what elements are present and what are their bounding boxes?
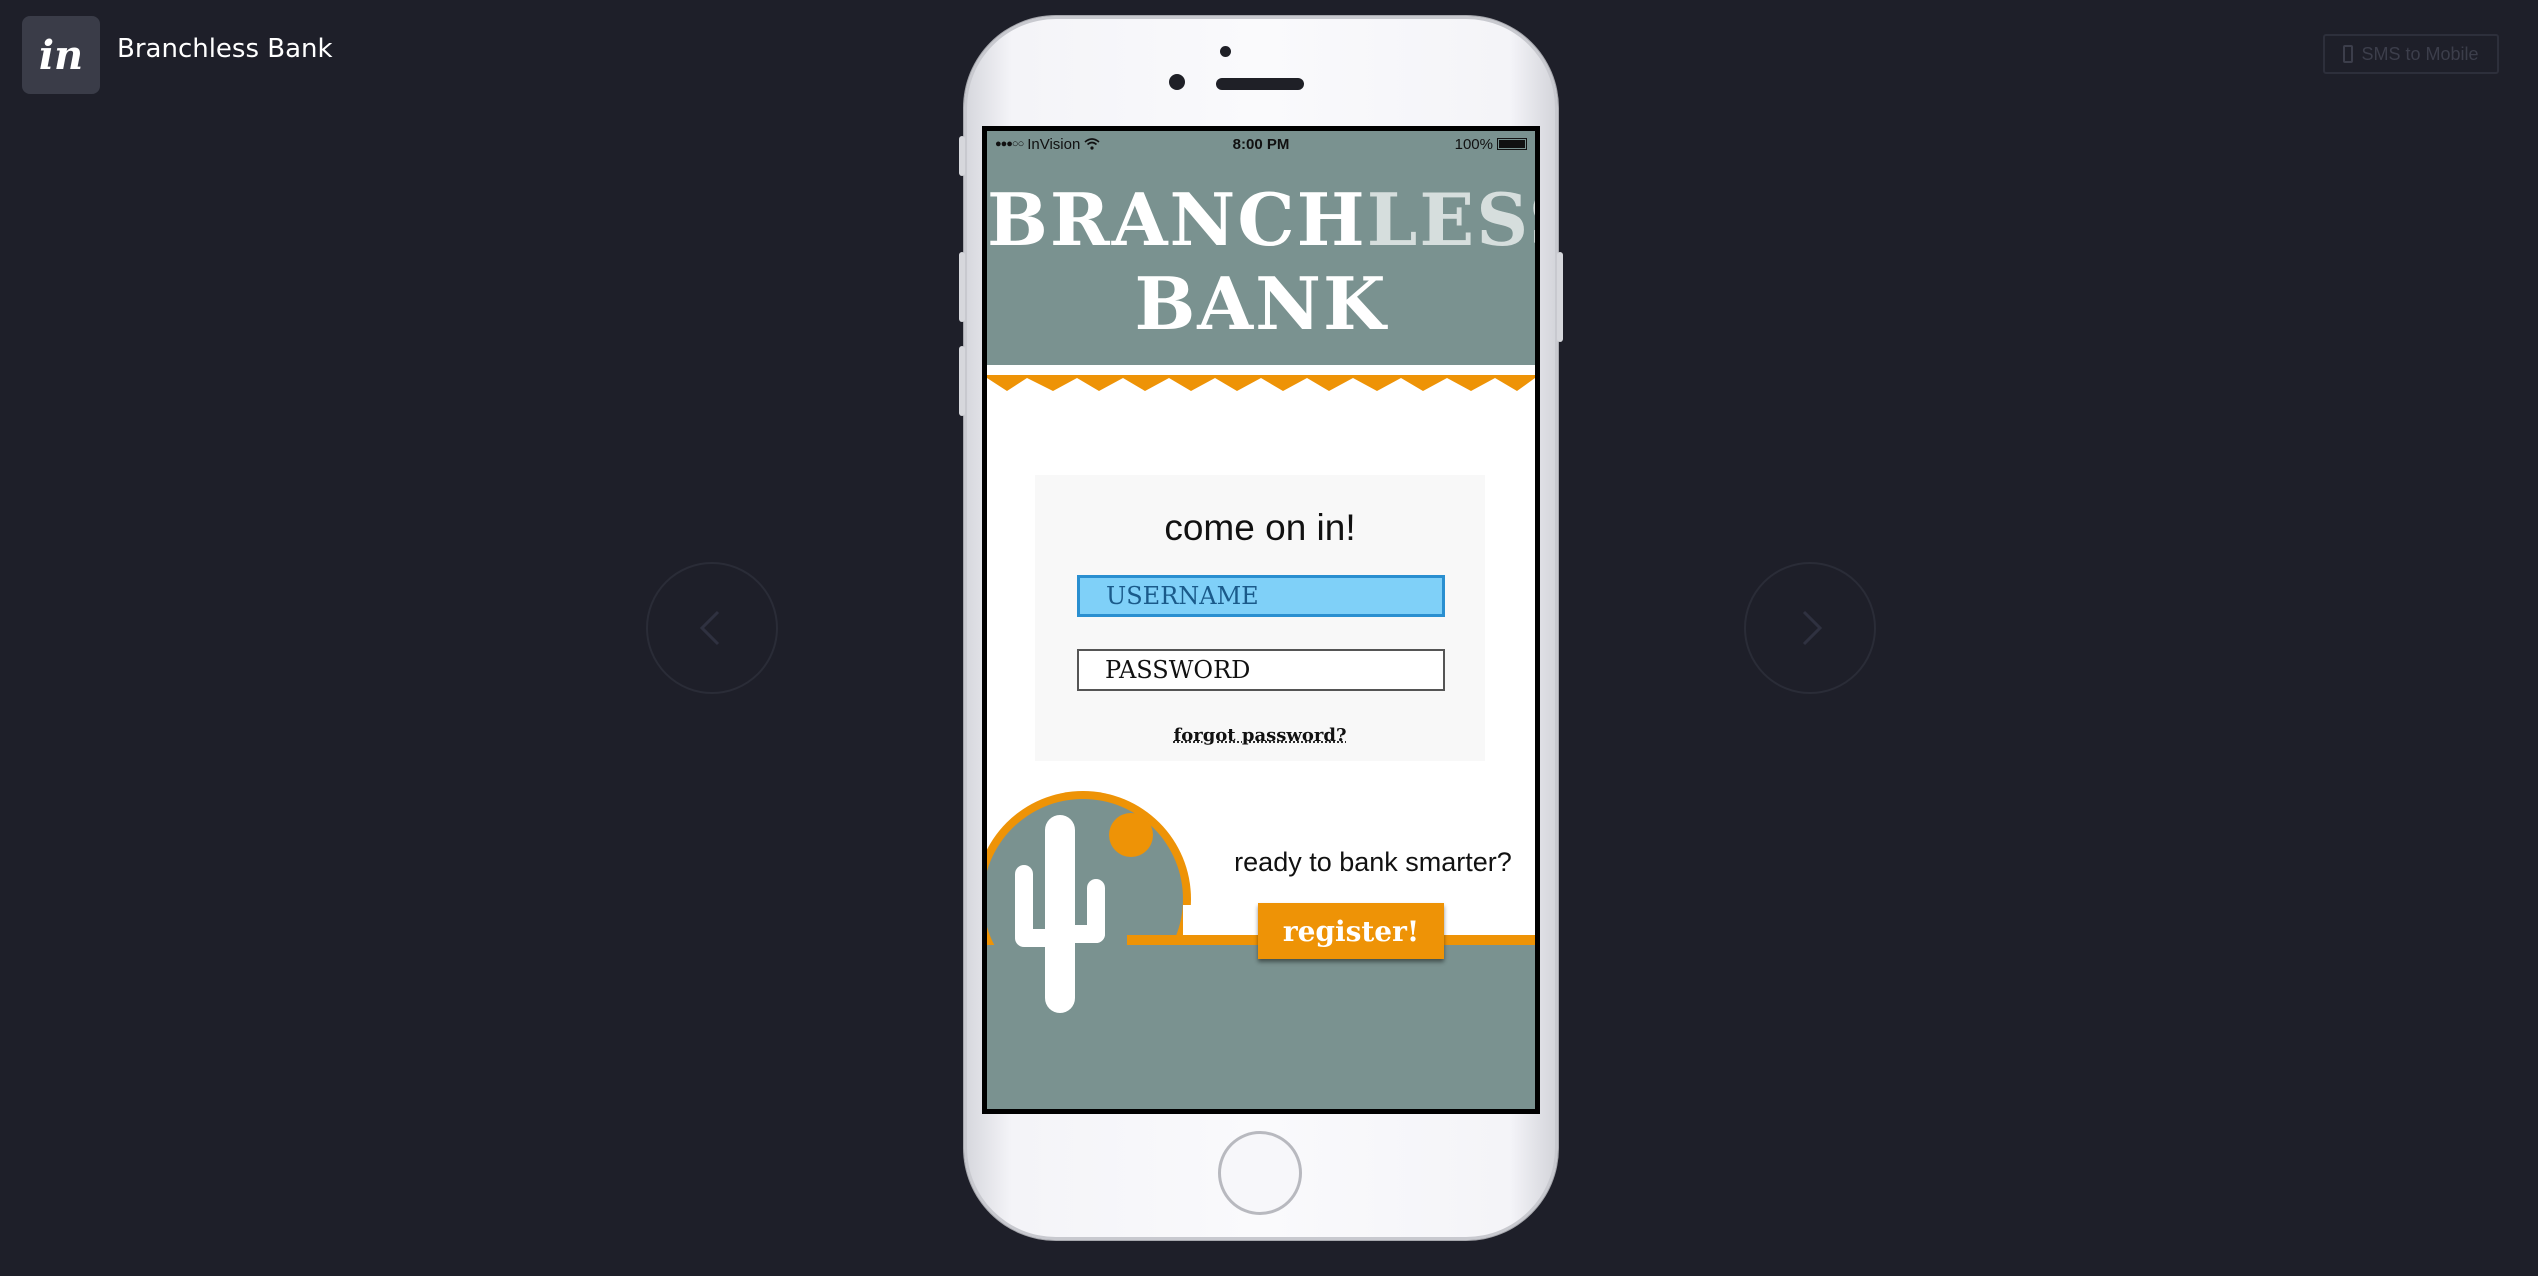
brand-title-line1: BRANCHLESS xyxy=(987,177,1535,262)
logo-text: in xyxy=(38,31,84,79)
volume-up-button xyxy=(959,252,965,322)
brand-word-branch: BRANCH xyxy=(987,177,1367,262)
cta-text: ready to bank smarter? xyxy=(1234,847,1512,877)
chevron-right-icon xyxy=(1802,610,1823,646)
brand-header: BRANCHLESS BANK xyxy=(987,157,1535,365)
zigzag-border xyxy=(987,375,1535,391)
phone-screen: ●●●○○ InVision 8:00 PM 100% BRANCHLESS B… xyxy=(982,126,1540,1114)
register-button[interactable]: register! xyxy=(1258,903,1444,959)
status-time: 8:00 PM xyxy=(1232,135,1290,153)
header-divider xyxy=(987,365,1535,375)
screen-content: ●●●○○ InVision 8:00 PM 100% BRANCHLESS B… xyxy=(987,131,1535,1109)
status-bar: ●●●○○ InVision 8:00 PM 100% xyxy=(987,131,1535,157)
login-card: come on in! USERNAME PASSWORD forgot pas… xyxy=(1035,475,1485,761)
volume-down-button xyxy=(959,346,965,416)
front-sensor xyxy=(1220,46,1231,57)
invision-logo-icon[interactable]: in xyxy=(22,16,100,94)
phone-icon xyxy=(2343,45,2354,63)
front-camera xyxy=(1169,74,1185,90)
forgot-password-link[interactable]: forgot password? xyxy=(1035,725,1485,746)
sms-to-mobile-button[interactable]: SMS to Mobile xyxy=(2323,34,2499,74)
sms-button-label: SMS to Mobile xyxy=(2361,43,2479,64)
next-screen-button[interactable] xyxy=(1744,562,1876,694)
chevron-left-icon xyxy=(699,610,720,646)
iphone-frame: ●●●○○ InVision 8:00 PM 100% BRANCHLESS B… xyxy=(959,16,1563,1240)
brand-word-less: LESS xyxy=(1366,177,1535,262)
battery-percent: 100% xyxy=(1454,135,1493,153)
project-title: Branchless Bank xyxy=(117,34,333,64)
battery-icon xyxy=(1497,138,1527,150)
power-button xyxy=(1557,252,1563,342)
mute-switch xyxy=(959,136,965,176)
password-field[interactable]: PASSWORD xyxy=(1077,649,1445,691)
login-title: come on in! xyxy=(1164,507,1356,548)
sun-icon xyxy=(1109,813,1153,857)
previous-screen-button[interactable] xyxy=(646,562,778,694)
home-button[interactable] xyxy=(1218,1131,1302,1215)
username-field[interactable]: USERNAME xyxy=(1077,575,1445,617)
brand-title-line2: BANK xyxy=(1134,261,1388,346)
earpiece xyxy=(1216,78,1304,90)
